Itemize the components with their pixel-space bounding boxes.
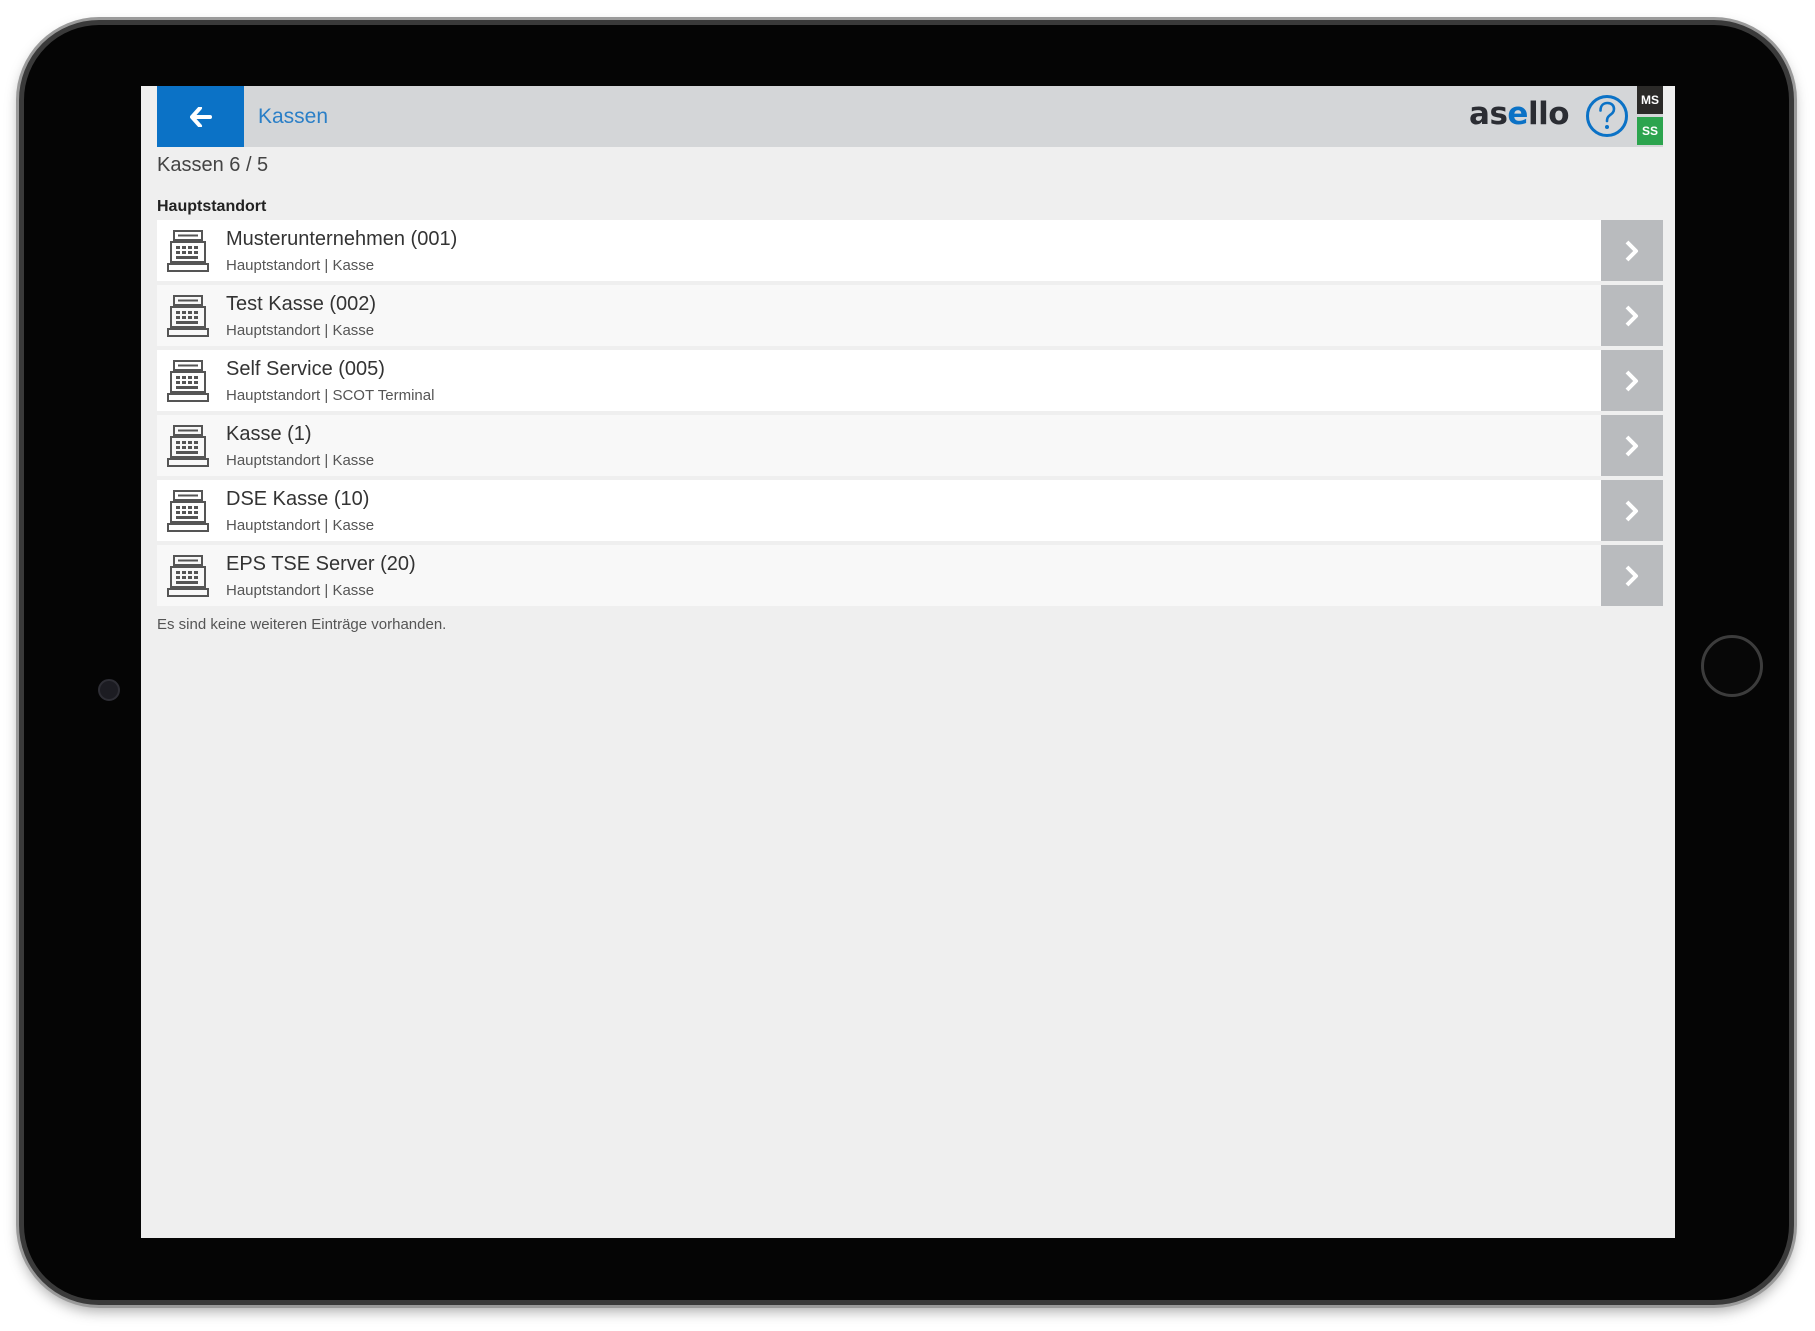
chevron-right-icon: [1625, 435, 1638, 456]
cash-register-icon: [167, 230, 209, 272]
item-subtitle: Hauptstandort | Kasse: [226, 582, 375, 599]
logo-text-end: llo: [1527, 96, 1570, 132]
list-item[interactable]: Test Kasse (002) Hauptstandort | Kasse: [157, 285, 1663, 346]
asello-logo: asello: [1469, 96, 1569, 132]
chevron-right-icon: [1625, 500, 1638, 521]
help-button[interactable]: [1585, 94, 1629, 138]
cash-register-icon: [167, 490, 209, 532]
chevron-right-icon: [1625, 565, 1638, 586]
item-subtitle: Hauptstandort | Kasse: [226, 517, 375, 534]
group-heading: Hauptstandort: [157, 198, 267, 215]
register-list: Musterunternehmen (001) Hauptstandort | …: [157, 220, 1663, 610]
item-subtitle: Hauptstandort | Kasse: [226, 257, 375, 274]
cash-register-icon: [167, 295, 209, 337]
item-open-button[interactable]: [1601, 415, 1663, 476]
item-open-button[interactable]: [1601, 545, 1663, 606]
item-title: Self Service (005): [226, 358, 385, 380]
chevron-right-icon: [1625, 305, 1638, 326]
list-item[interactable]: Self Service (005) Hauptstandort | SCOT …: [157, 350, 1663, 411]
chevron-right-icon: [1625, 370, 1638, 391]
home-button[interactable]: [1701, 635, 1763, 697]
list-item[interactable]: EPS TSE Server (20) Hauptstandort | Kass…: [157, 545, 1663, 606]
item-title: Test Kasse (002): [226, 293, 377, 315]
cash-register-icon: [167, 425, 209, 467]
item-title: EPS TSE Server (20): [226, 553, 416, 575]
user-badge-ss[interactable]: SS: [1637, 117, 1663, 145]
item-subtitle: Hauptstandort | Kasse: [226, 322, 375, 339]
item-open-button[interactable]: [1601, 350, 1663, 411]
arrow-left-icon: [189, 106, 212, 127]
question-mark-icon: [1586, 95, 1628, 137]
chevron-right-icon: [1625, 240, 1638, 261]
item-subtitle: Hauptstandort | Kasse: [226, 452, 375, 469]
logo-text-accent: e: [1507, 96, 1528, 132]
item-open-button[interactable]: [1601, 480, 1663, 541]
page-title: Kassen: [258, 105, 329, 128]
cash-register-icon: [167, 360, 209, 402]
item-title: DSE Kasse (10): [226, 488, 370, 510]
list-item[interactable]: DSE Kasse (10) Hauptstandort | Kasse: [157, 480, 1663, 541]
list-item[interactable]: Musterunternehmen (001) Hauptstandort | …: [157, 220, 1663, 281]
item-title: Musterunternehmen (001): [226, 228, 458, 250]
back-button[interactable]: [157, 86, 244, 147]
item-open-button[interactable]: [1601, 285, 1663, 346]
logo-text-start: as: [1469, 96, 1508, 132]
list-item[interactable]: Kasse (1) Hauptstandort | Kasse: [157, 415, 1663, 476]
user-badge-ms[interactable]: MS: [1637, 86, 1663, 114]
camera-lens: [98, 679, 120, 701]
item-open-button[interactable]: [1601, 220, 1663, 281]
register-count: Kassen 6 / 5: [157, 154, 269, 176]
app-screen: Kassen asello MS SS Kassen 6 / 5 Hauptst…: [141, 86, 1675, 1238]
no-more-entries-note: Es sind keine weiteren Einträge vorhande…: [157, 616, 447, 633]
cash-register-icon: [167, 555, 209, 597]
item-subtitle: Hauptstandort | SCOT Terminal: [226, 387, 435, 404]
top-bar: Kassen asello MS SS: [157, 86, 1663, 147]
item-title: Kasse (1): [226, 423, 312, 445]
